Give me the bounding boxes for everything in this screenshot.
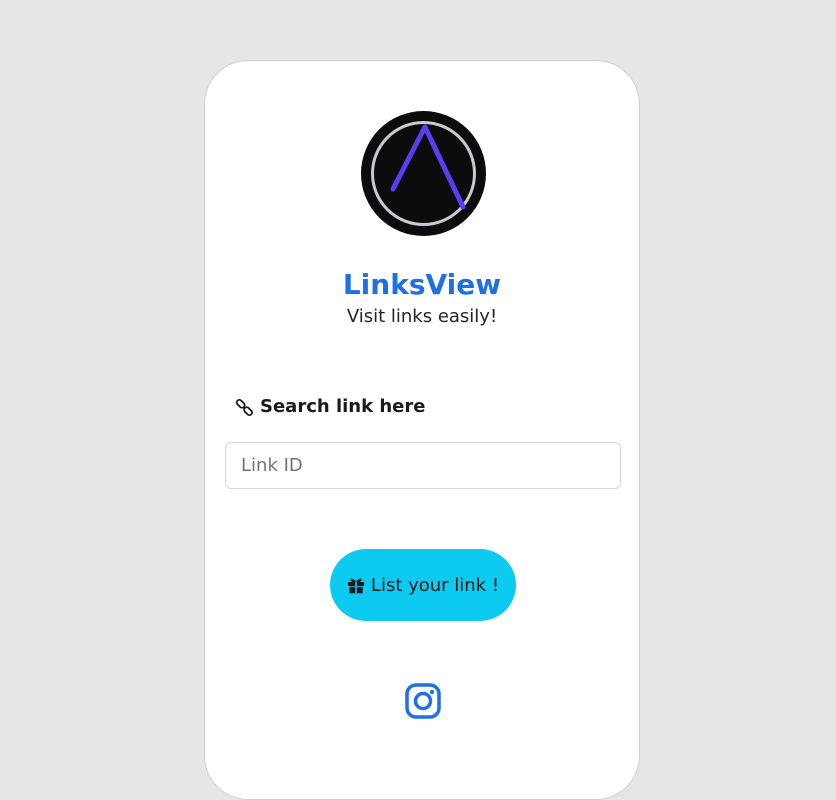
search-label-text: Search link here (260, 396, 426, 417)
link-icon (235, 398, 253, 416)
triangle-logo-icon (371, 121, 476, 226)
instagram-icon[interactable] (405, 683, 441, 719)
brand-logo (361, 111, 486, 236)
list-your-link-button[interactable]: List your link ! (330, 549, 516, 621)
links-card: LinksView Visit links easily! Search lin… (204, 60, 640, 800)
gift-icon (347, 578, 364, 593)
brand-name: LinksView (342, 268, 502, 301)
brand-tagline: Visit links easily! (346, 306, 498, 327)
link-id-input[interactable] (225, 442, 621, 489)
search-label: Search link here (235, 395, 425, 419)
list-your-link-label: List your link ! (370, 574, 500, 596)
